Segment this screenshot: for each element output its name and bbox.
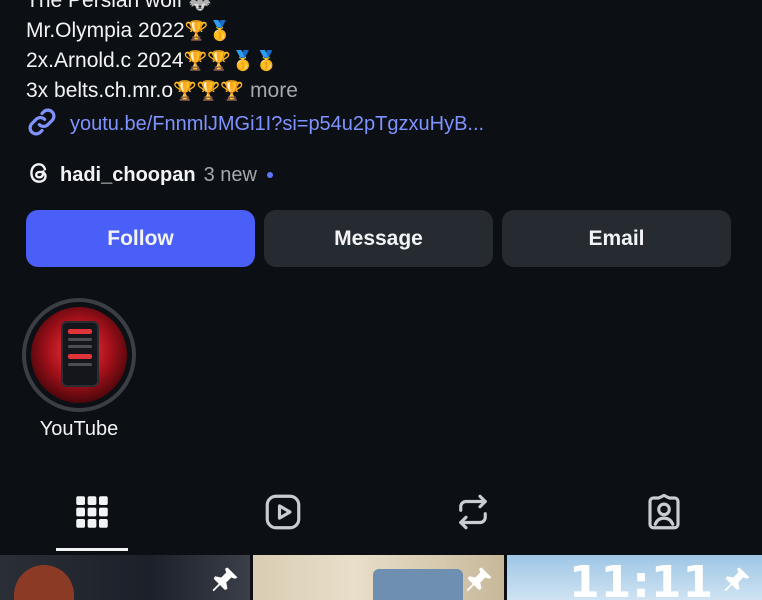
bio-line-4: 3x belts.ch.mr.o🏆🏆🏆 more [26,79,298,102]
bio-link[interactable]: youtu.be/FnnmlJMGi1I?si=p54u2pTgzxuHyB..… [26,108,484,140]
trophy-emoji: 🏆 [184,20,209,42]
selected-tab-indicator [56,548,128,551]
bio-more-link[interactable]: more [250,79,298,102]
posts-grid: 11:11 [0,555,762,600]
bio-link-text[interactable]: youtu.be/FnnmlJMGi1I?si=p54u2pTgzxuHyB..… [70,113,484,136]
trophy-emoji: 🏆🏆🏆 [173,80,245,102]
tab-reels[interactable] [247,480,319,548]
email-button[interactable]: Email [502,210,731,267]
follow-button[interactable]: Follow [26,210,255,267]
grid-icon [71,491,113,538]
medal-emoji: 🥇 [208,20,233,42]
pin-icon [464,565,494,595]
threads-handle: hadi_choopan [60,163,196,186]
story-highlight[interactable]: YouTube [21,298,137,441]
tab-tagged[interactable] [628,480,700,548]
profile-bio: The Persian wolf 🐺 Mr.Olympia 2022🏆🥇 2x.… [26,0,726,106]
post-overlay-text: 11:11 [569,557,715,600]
wolf-emoji: 🐺 [188,0,212,12]
threads-new-dot [266,172,273,178]
post-thumbnail[interactable] [253,555,504,600]
bio-line-1: The Persian wolf 🐺 [26,0,726,16]
highlight-label: YouTube [39,418,119,440]
message-button[interactable]: Message [264,210,493,267]
profile-tabs [0,480,762,552]
bio-line-2: Mr.Olympia 2022🏆🥇 [26,19,233,42]
tagged-icon [643,491,685,538]
medal-emoji: 🥇🥇 [230,50,279,72]
post-thumbnail[interactable]: 11:11 [507,555,762,600]
link-icon [26,106,58,143]
repost-icon [452,491,494,538]
threads-new-count: 3 new [203,163,257,186]
tab-reposts[interactable] [437,480,509,548]
threads-icon [26,160,52,191]
threads-badge[interactable]: hadi_choopan 3 new [26,160,273,190]
bio-line-3: 2x.Arnold.c 2024🏆🏆🥇🥇 [26,49,279,72]
tab-posts[interactable] [56,480,128,548]
highlight-ring[interactable] [22,298,136,412]
pin-icon [210,565,240,595]
trophy-emoji: 🏆🏆 [183,50,231,72]
post-thumbnail[interactable] [0,555,250,600]
highlight-cover-image [31,307,127,403]
pin-icon [722,565,752,595]
reels-icon [262,491,304,538]
